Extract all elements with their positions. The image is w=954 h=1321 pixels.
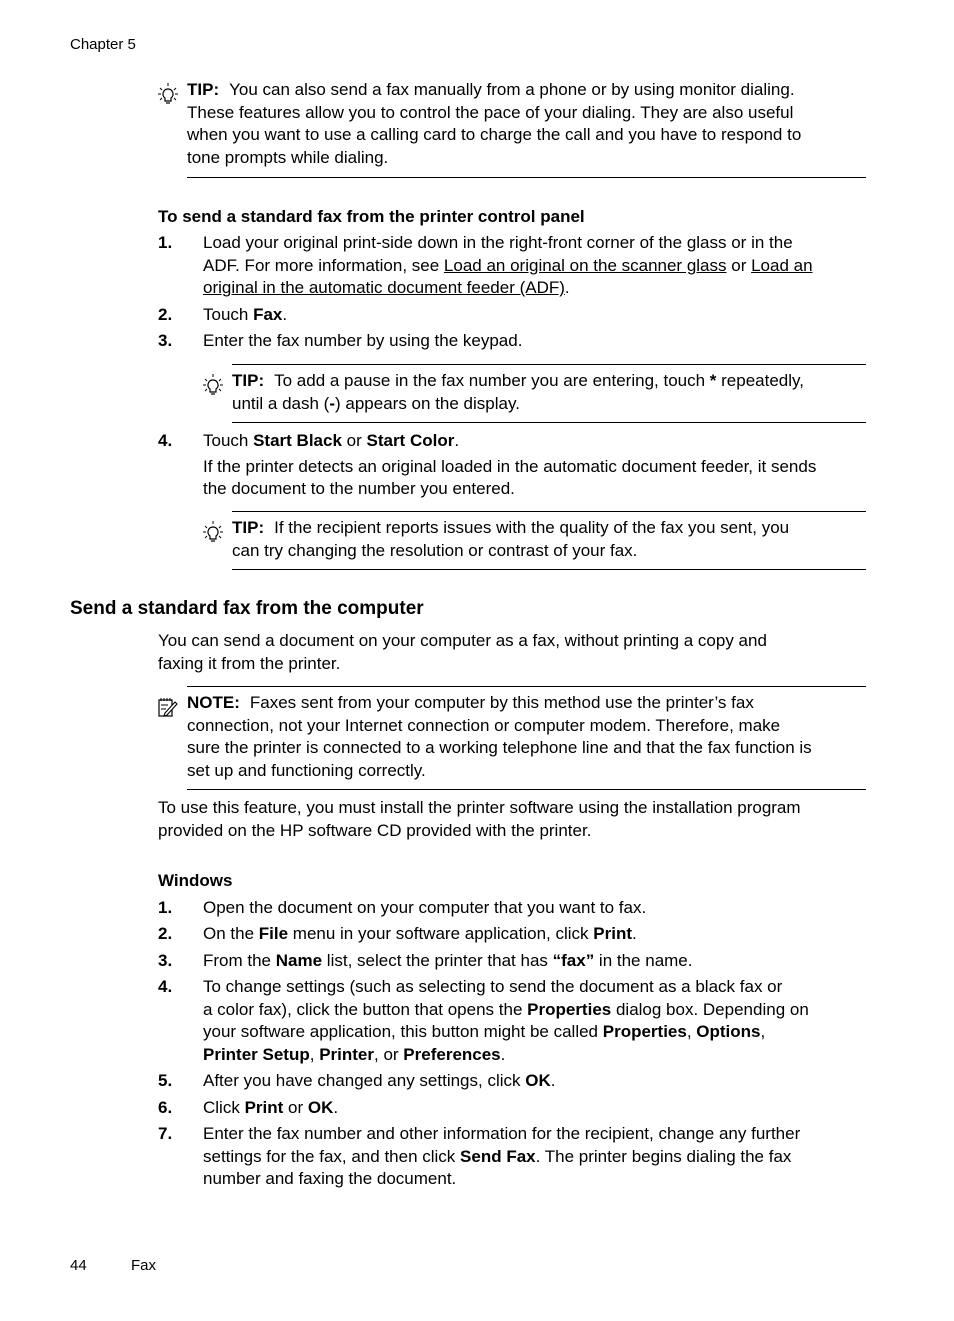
- lightbulb-icon: [158, 83, 178, 104]
- footer-section-title: Fax: [131, 1257, 157, 1274]
- note-pencil-icon: [158, 698, 178, 717]
- section-heading: Send a standard fax from the computer: [70, 598, 424, 619]
- lightbulb-icon: [203, 521, 223, 542]
- divider: [232, 422, 866, 423]
- tip-line: when you want to use a calling card to c…: [187, 125, 802, 144]
- tip-label: TIP:: [232, 371, 265, 390]
- divider: [232, 569, 866, 570]
- windows-step-7: 7. Enter the fax number and other inform…: [158, 1124, 801, 1188]
- windows-step-4: 4. To change settings (such as selecting…: [158, 977, 809, 1064]
- tip-label: TIP:: [187, 80, 220, 99]
- divider: [232, 364, 866, 365]
- windows-step-1: 1. Open the document on your computer th…: [158, 898, 647, 917]
- windows-heading: Windows: [158, 871, 233, 890]
- lightbulb-icon: [203, 374, 223, 395]
- divider: [187, 789, 866, 790]
- windows-step-5: 5. After you have changed any settings, …: [158, 1071, 556, 1090]
- tip-label: TIP:: [232, 518, 265, 537]
- step-4: 4. Touch Start Black or Start Color. If …: [158, 431, 817, 498]
- step-3: 3. Enter the fax number by using the key…: [158, 331, 523, 350]
- link-load-adf-cont[interactable]: original in the automatic document feede…: [203, 278, 565, 297]
- divider: [187, 177, 866, 178]
- windows-step-6: 6. Click Print or OK.: [158, 1098, 339, 1117]
- tip-line: TIP: You can also send a fax manually fro…: [187, 80, 795, 99]
- chapter-header: Chapter 5: [70, 36, 136, 53]
- tip-line: tone prompts while dialing.: [187, 147, 389, 167]
- intro-paragraph: You can send a document on your computer…: [158, 631, 767, 673]
- procedure-heading: To send a standard fax from the printer …: [158, 207, 585, 226]
- divider: [187, 686, 866, 687]
- step-1: 1. Load your original print-side down in…: [158, 233, 813, 297]
- tip-line: These features allow you to control the …: [187, 102, 794, 122]
- note-label: NOTE:: [187, 693, 240, 712]
- windows-step-2: 2. On the File menu in your software app…: [158, 924, 637, 943]
- link-load-adf[interactable]: Load an: [751, 256, 812, 275]
- page-number: 44: [70, 1257, 87, 1274]
- step-2: 2. Touch Fax.: [158, 305, 288, 324]
- install-paragraph: To use this feature, you must install th…: [158, 798, 801, 840]
- link-load-scanner-glass[interactable]: Load an original on the scanner glass: [444, 256, 727, 275]
- divider: [232, 511, 866, 512]
- windows-step-3: 3. From the Name list, select the printe…: [158, 951, 693, 970]
